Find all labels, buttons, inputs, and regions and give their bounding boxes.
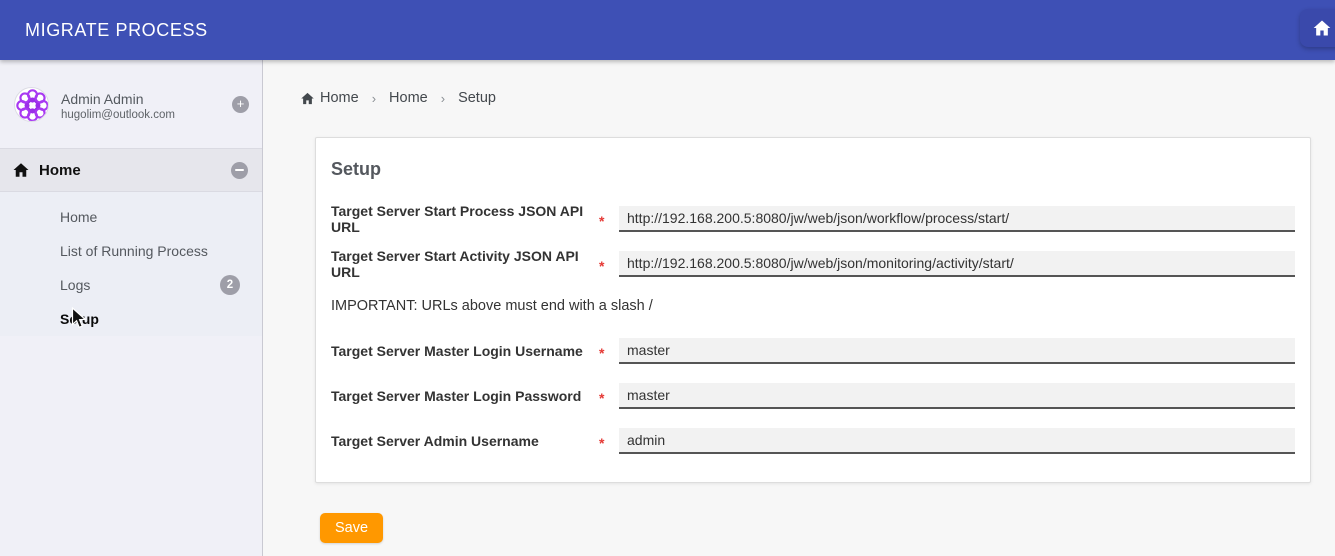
field-row-start-process-url: Target Server Start Process JSON API URL… [331,206,1295,232]
plus-icon[interactable]: + [232,96,249,113]
required-marker: * [599,431,619,451]
breadcrumb-setup[interactable]: Setup [458,90,496,106]
field-label: Target Server Admin Username [331,433,599,449]
home-icon [1312,18,1332,38]
sidebar-item-home[interactable]: Home [0,200,262,234]
save-button[interactable]: Save [320,513,383,543]
user-name: Admin Admin [61,91,175,108]
app-header: MIGRATE PROCESS [0,0,1335,60]
header-home-button[interactable] [1300,9,1335,47]
user-info: Admin Admin hugolim@outlook.com [61,87,175,123]
sidebar-item-label: Setup [60,302,99,336]
breadcrumb-home-2[interactable]: Home [389,90,428,106]
breadcrumb-separator: › [372,91,376,106]
important-note: IMPORTANT: URLs above must end with a sl… [331,296,1295,316]
field-row-master-password: Target Server Master Login Password * [331,383,1295,409]
sidebar-submenu: Home List of Running Process Logs 2 Setu… [0,192,262,336]
home-icon [12,161,30,179]
setup-card: Setup Target Server Start Process JSON A… [315,137,1311,483]
field-label: Target Server Start Activity JSON API UR… [331,248,599,280]
field-row-master-username: Target Server Master Login Username * [331,338,1295,364]
required-marker: * [599,209,619,229]
field-label: Target Server Master Login Password [331,388,599,404]
sidebar-item-label: Logs [60,268,90,302]
field-row-start-activity-url: Target Server Start Activity JSON API UR… [331,251,1295,277]
sidebar-item-label: List of Running Process [60,234,208,268]
card-title: Setup [331,159,1295,180]
breadcrumb: Home › Home › Setup [300,90,1335,106]
sidebar-item-home-parent[interactable]: Home [0,148,262,192]
sidebar-parent-label: Home [39,162,231,179]
required-marker: * [599,341,619,361]
breadcrumb-separator: › [441,91,445,106]
required-marker: * [599,254,619,274]
logs-count-badge: 2 [220,275,240,295]
user-email: hugolim@outlook.com [61,108,175,123]
master-username-input[interactable] [619,338,1295,364]
field-row-admin-username: Target Server Admin Username * [331,428,1295,454]
field-label: Target Server Master Login Username [331,343,599,359]
app-title: MIGRATE PROCESS [25,0,208,60]
user-profile: Admin Admin hugolim@outlook.com + [0,60,262,148]
main-content: Home › Home › Setup Setup Target Server … [264,60,1335,556]
start-process-url-input[interactable] [619,206,1295,232]
sidebar-item-list-of-running-process[interactable]: List of Running Process [0,234,262,268]
master-password-input[interactable] [619,383,1295,409]
required-marker: * [599,386,619,406]
start-activity-url-input[interactable] [619,251,1295,277]
sidebar-item-label: Home [60,200,97,234]
breadcrumb-home-1[interactable]: Home [320,90,359,106]
sidebar-item-setup[interactable]: Setup [0,302,262,336]
sidebar: Admin Admin hugolim@outlook.com + Home H… [0,60,263,556]
minus-icon[interactable] [231,162,248,179]
field-label: Target Server Start Process JSON API URL [331,203,599,235]
sidebar-item-logs[interactable]: Logs 2 [0,268,262,302]
avatar[interactable] [14,87,49,122]
admin-username-input[interactable] [619,428,1295,454]
home-icon [300,91,320,106]
